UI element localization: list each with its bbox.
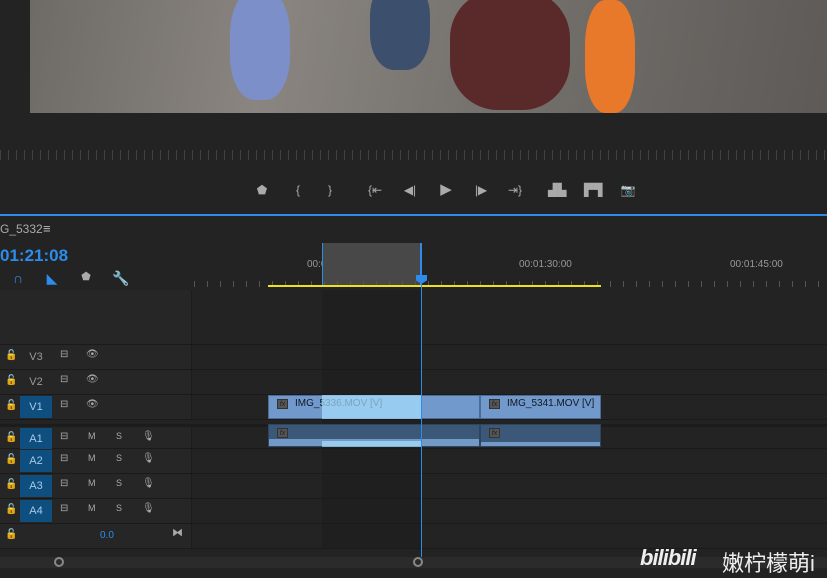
extract-icon[interactable]: ▛▜ (584, 182, 602, 198)
track-target-toggle[interactable]: A2 (20, 450, 52, 472)
track-v3: 🔓 V3 ⊟ 👁 (0, 345, 827, 370)
ruler-label: 00:01:45:00 (730, 259, 783, 270)
eye-icon[interactable]: 👁 (86, 349, 99, 360)
lock-icon[interactable]: 🔓 (5, 479, 17, 490)
playhead-line[interactable] (421, 243, 422, 566)
lock-icon[interactable]: 🔓 (5, 504, 17, 515)
marker-icon[interactable]: ⬟ (253, 182, 271, 198)
audio-selection-highlight (322, 441, 421, 447)
video-clip[interactable]: fx IMG_5341.MOV [V] (480, 395, 601, 419)
ruler-label: 00:01:30:00 (519, 259, 572, 270)
sync-lock-icon[interactable]: ⊟ (60, 374, 68, 385)
lock-icon[interactable]: 🔓 (5, 454, 17, 465)
lock-icon[interactable]: 🔓 (5, 375, 17, 386)
solo-button[interactable]: S (116, 453, 122, 463)
scroll-handle-right[interactable] (413, 557, 423, 567)
clip-selection-highlight (322, 395, 421, 419)
audio-waveform (481, 442, 600, 446)
track-header: 🔓 V2 ⊟ 👁 (0, 370, 192, 394)
sequence-tab[interactable]: G_5332 (0, 222, 43, 236)
track-target-toggle[interactable]: A1 (20, 428, 52, 450)
track-header: 🔓 A3 ⊟ M S 🎙 (0, 474, 192, 498)
step-back-icon[interactable]: ◀| (401, 182, 419, 198)
solo-button[interactable]: S (116, 478, 122, 488)
fx-icon: fx (277, 399, 288, 409)
mark-in-icon[interactable]: { (289, 182, 307, 198)
track-header: 🔓 A1 ⊟ M S 🎙 (0, 427, 192, 450)
lock-icon[interactable]: 🔓 (5, 400, 17, 411)
bilibili-logo: bilibili (640, 545, 697, 570)
go-to-in-icon[interactable]: {⇤ (366, 182, 384, 198)
mark-out-icon[interactable]: } (321, 182, 339, 198)
track-a4: 🔓 A4 ⊟ M S 🎙 (0, 499, 827, 524)
mute-button[interactable]: M (88, 431, 96, 441)
master-volume[interactable]: 0.0 (100, 530, 114, 541)
microphone-icon[interactable]: 🎙 (142, 478, 155, 489)
watermark-text: 嫩柠檬萌i (722, 551, 815, 576)
audio-clip[interactable]: fx (480, 424, 601, 447)
playhead-timecode[interactable]: 01:21:08 (0, 246, 68, 266)
track-target-toggle[interactable]: V2 (20, 371, 52, 393)
fx-icon: fx (277, 428, 288, 438)
work-area-bar[interactable] (268, 285, 601, 287)
panel-focus-border (0, 214, 827, 216)
sync-lock-icon[interactable]: ⊟ (60, 478, 68, 489)
scroll-handle-left[interactable] (54, 557, 64, 567)
fit-icon[interactable]: ⧓ (172, 526, 183, 539)
sync-lock-icon[interactable]: ⊟ (60, 503, 68, 514)
eye-icon[interactable]: 👁 (86, 399, 99, 410)
sync-lock-icon[interactable]: ⊟ (60, 349, 68, 360)
add-marker-icon[interactable]: ⬟ (78, 270, 94, 283)
fx-icon: fx (489, 399, 500, 409)
lock-icon[interactable]: 🔓 (5, 350, 17, 361)
linked-selection-icon[interactable]: ◣ (44, 270, 60, 287)
mute-button[interactable]: M (88, 453, 96, 463)
track-header: 🔓 A4 ⊟ M S 🎙 (0, 499, 192, 523)
program-monitor-video (30, 0, 827, 113)
lock-icon[interactable]: 🔓 (5, 529, 17, 540)
sync-lock-icon[interactable]: ⊟ (60, 453, 68, 464)
solo-button[interactable]: S (116, 503, 122, 513)
solo-button[interactable]: S (116, 431, 122, 441)
empty-track-area (0, 290, 827, 345)
monitor-time-ruler[interactable] (0, 150, 827, 160)
track-target-toggle[interactable]: A3 (20, 475, 52, 497)
step-forward-icon[interactable]: |▶ (472, 182, 490, 198)
clip-name: IMG_5341.MOV [V] (507, 398, 595, 409)
wrench-settings-icon[interactable]: 🔧 (112, 270, 129, 287)
fx-icon: fx (489, 428, 500, 438)
export-frame-icon[interactable]: 📷 (619, 182, 637, 198)
track-v2: 🔓 V2 ⊟ 👁 (0, 370, 827, 395)
track-header: 🔓 V3 ⊟ 👁 (0, 345, 192, 369)
track-header: 🔓 V1 ⊟ 👁 (0, 395, 192, 419)
track-target-toggle[interactable]: V3 (20, 346, 52, 368)
lift-icon[interactable]: ▟▙ (548, 182, 566, 198)
play-icon[interactable]: ▶ (437, 182, 455, 198)
track-target-toggle[interactable]: V1 (20, 396, 52, 418)
microphone-icon[interactable]: 🎙 (142, 431, 155, 442)
track-header: 🔓 A2 ⊟ M S 🎙 (0, 449, 192, 473)
go-to-out-icon[interactable]: ⇥} (506, 182, 524, 198)
microphone-icon[interactable]: 🎙 (142, 503, 155, 514)
panel-menu-icon[interactable]: ≡ (43, 221, 51, 236)
lock-icon[interactable]: 🔓 (5, 432, 17, 443)
mute-button[interactable]: M (88, 478, 96, 488)
mute-button[interactable]: M (88, 503, 96, 513)
track-a2: 🔓 A2 ⊟ M S 🎙 (0, 449, 827, 474)
sync-lock-icon[interactable]: ⊟ (60, 399, 68, 410)
microphone-icon[interactable]: 🎙 (142, 453, 155, 464)
track-a3: 🔓 A3 ⊟ M S 🎙 (0, 474, 827, 499)
master-track: 🔓 0.0 ⧓ (0, 524, 827, 549)
sync-lock-icon[interactable]: ⊟ (60, 431, 68, 442)
track-target-toggle[interactable]: A4 (20, 500, 52, 522)
snap-magnet-icon[interactable]: ∩ (10, 270, 26, 286)
eye-icon[interactable]: 👁 (86, 374, 99, 385)
